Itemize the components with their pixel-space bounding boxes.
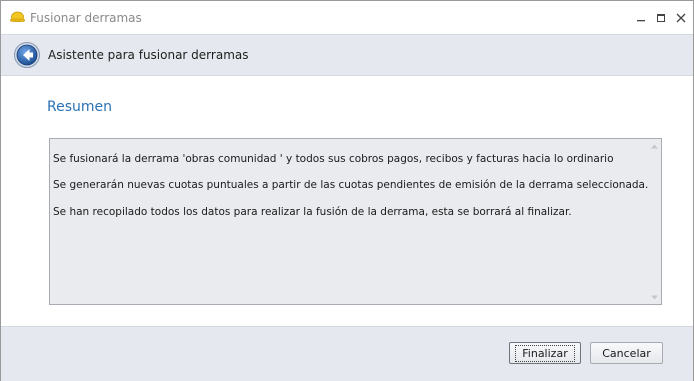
minimize-icon: [637, 20, 645, 22]
back-arrow-icon[interactable]: [13, 41, 41, 69]
cancel-button[interactable]: Cancelar: [590, 342, 663, 364]
section-title: Resumen: [47, 99, 113, 115]
close-icon: [676, 13, 686, 23]
close-button[interactable]: [671, 9, 691, 27]
maximize-button[interactable]: [651, 9, 671, 27]
summary-line: Se fusionará la derrama 'obras comunidad…: [53, 153, 614, 165]
finish-button[interactable]: Finalizar: [509, 342, 581, 364]
summary-line: Se generarán nuevas cuotas puntuales a p…: [53, 179, 649, 191]
window-title: Fusionar derramas: [30, 11, 142, 25]
wizard-header: Asistente para fusionar derramas: [1, 34, 693, 76]
summary-line: Se han recopilado todos los datos para r…: [53, 206, 572, 218]
minimize-button[interactable]: [631, 9, 651, 27]
wizard-footer: Finalizar Cancelar: [1, 326, 693, 381]
wizard-window: Fusionar derramas Asistente para fusiona…: [0, 0, 694, 381]
title-bar[interactable]: Fusionar derramas: [1, 1, 693, 34]
cancel-button-label: Cancelar: [602, 346, 651, 360]
summary-textbox[interactable]: Se fusionará la derrama 'obras comunidad…: [49, 138, 662, 305]
hard-hat-icon: [10, 11, 25, 22]
wizard-title: Asistente para fusionar derramas: [48, 48, 249, 62]
scroll-up-icon[interactable]: [650, 143, 659, 150]
finish-button-label: Finalizar: [515, 344, 575, 362]
scroll-down-icon[interactable]: [650, 294, 659, 301]
maximize-icon: [657, 14, 665, 22]
